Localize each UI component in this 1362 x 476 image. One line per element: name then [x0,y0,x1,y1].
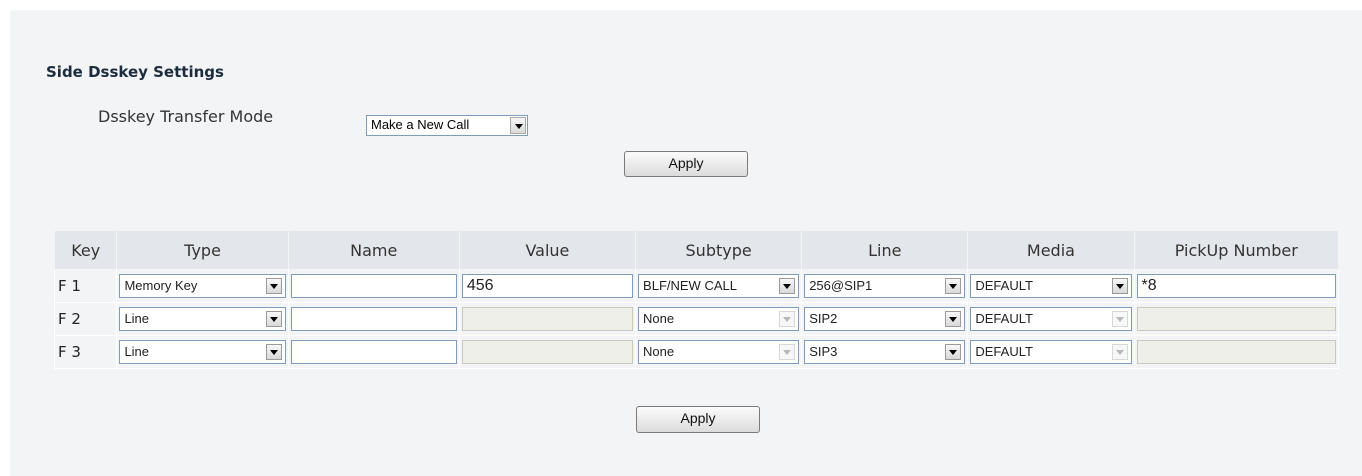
media-select: DEFAULT [970,307,1132,331]
value-input [461,307,634,331]
key-label: F 1 [53,269,118,303]
line-value: 256@SIP1 [809,278,873,293]
pickup-number-input [1136,340,1336,364]
subtype-select[interactable]: BLF/NEW CALL [638,274,800,298]
subtype-value: BLF/NEW CALL [643,278,737,293]
type-value: Line [124,344,150,359]
type-value: Line [124,311,150,326]
chevron-down-icon [779,278,796,294]
subtype-value: None [643,344,675,359]
chevron-down-icon [945,278,962,294]
section-title: Side Dsskey Settings [46,63,224,81]
table-row: F 2 Line None SIP2 DEFAULT [53,302,1340,336]
media-select[interactable]: DEFAULT [970,274,1132,298]
subtype-value: None [643,311,675,326]
line-select[interactable]: SIP2 [804,307,966,331]
media-value: DEFAULT [975,311,1033,326]
key-label: F 3 [53,335,118,369]
chevron-down-icon [779,311,796,327]
table-header-row: Key Type Name Value Subtype Line Media P… [53,230,1340,270]
transfer-mode-label: Dsskey Transfer Mode [98,107,274,126]
col-header-type: Type [116,230,289,270]
type-select[interactable]: Line [119,307,286,331]
apply-button-top[interactable]: Apply [624,151,748,177]
chevron-down-icon [265,344,282,360]
transfer-mode-value: Make a New Call [371,117,470,132]
value-input [461,340,634,364]
col-header-value: Value [458,230,637,270]
dsskey-table: Key Type Name Value Subtype Line Media P… [53,230,1340,369]
col-header-pickup: PickUp Number [1133,230,1340,270]
name-input[interactable] [290,274,457,298]
apply-button-bottom[interactable]: Apply [636,406,760,433]
pickup-number-input [1136,307,1336,331]
chevron-down-icon [1111,278,1128,294]
chevron-down-icon [1111,344,1128,360]
chevron-down-icon [945,311,962,327]
table-row: F 1 Memory Key 456 BLF/NEW CALL 256@SIP1… [53,269,1340,303]
key-label: F 2 [53,302,118,336]
name-input[interactable] [290,307,457,331]
col-header-line: Line [801,230,969,270]
chevron-down-icon [1111,311,1128,327]
media-value: DEFAULT [975,278,1033,293]
type-value: Memory Key [124,278,198,293]
type-select[interactable]: Memory Key [119,274,286,298]
chevron-down-icon [779,344,796,360]
subtype-select: None [638,307,800,331]
col-header-subtype: Subtype [635,230,803,270]
col-header-name: Name [287,230,460,270]
type-select[interactable]: Line [119,340,286,364]
line-value: SIP2 [809,311,838,326]
transfer-mode-select[interactable]: Make a New Call [366,115,528,136]
col-header-key: Key [53,230,118,270]
chevron-down-icon [265,278,282,294]
media-value: DEFAULT [975,344,1033,359]
line-select[interactable]: 256@SIP1 [804,274,966,298]
col-header-media: Media [967,230,1135,270]
line-value: SIP3 [809,344,838,359]
pickup-number-input[interactable]: *8 [1136,274,1336,298]
name-input[interactable] [290,340,457,364]
chevron-down-icon [945,344,962,360]
line-select[interactable]: SIP3 [804,340,966,364]
chevron-down-icon [265,311,282,327]
subtype-select: None [638,340,800,364]
table-row: F 3 Line None SIP3 DEFAULT [53,335,1340,369]
value-input[interactable]: 456 [461,274,634,298]
media-select: DEFAULT [970,340,1132,364]
chevron-down-icon [510,117,526,134]
